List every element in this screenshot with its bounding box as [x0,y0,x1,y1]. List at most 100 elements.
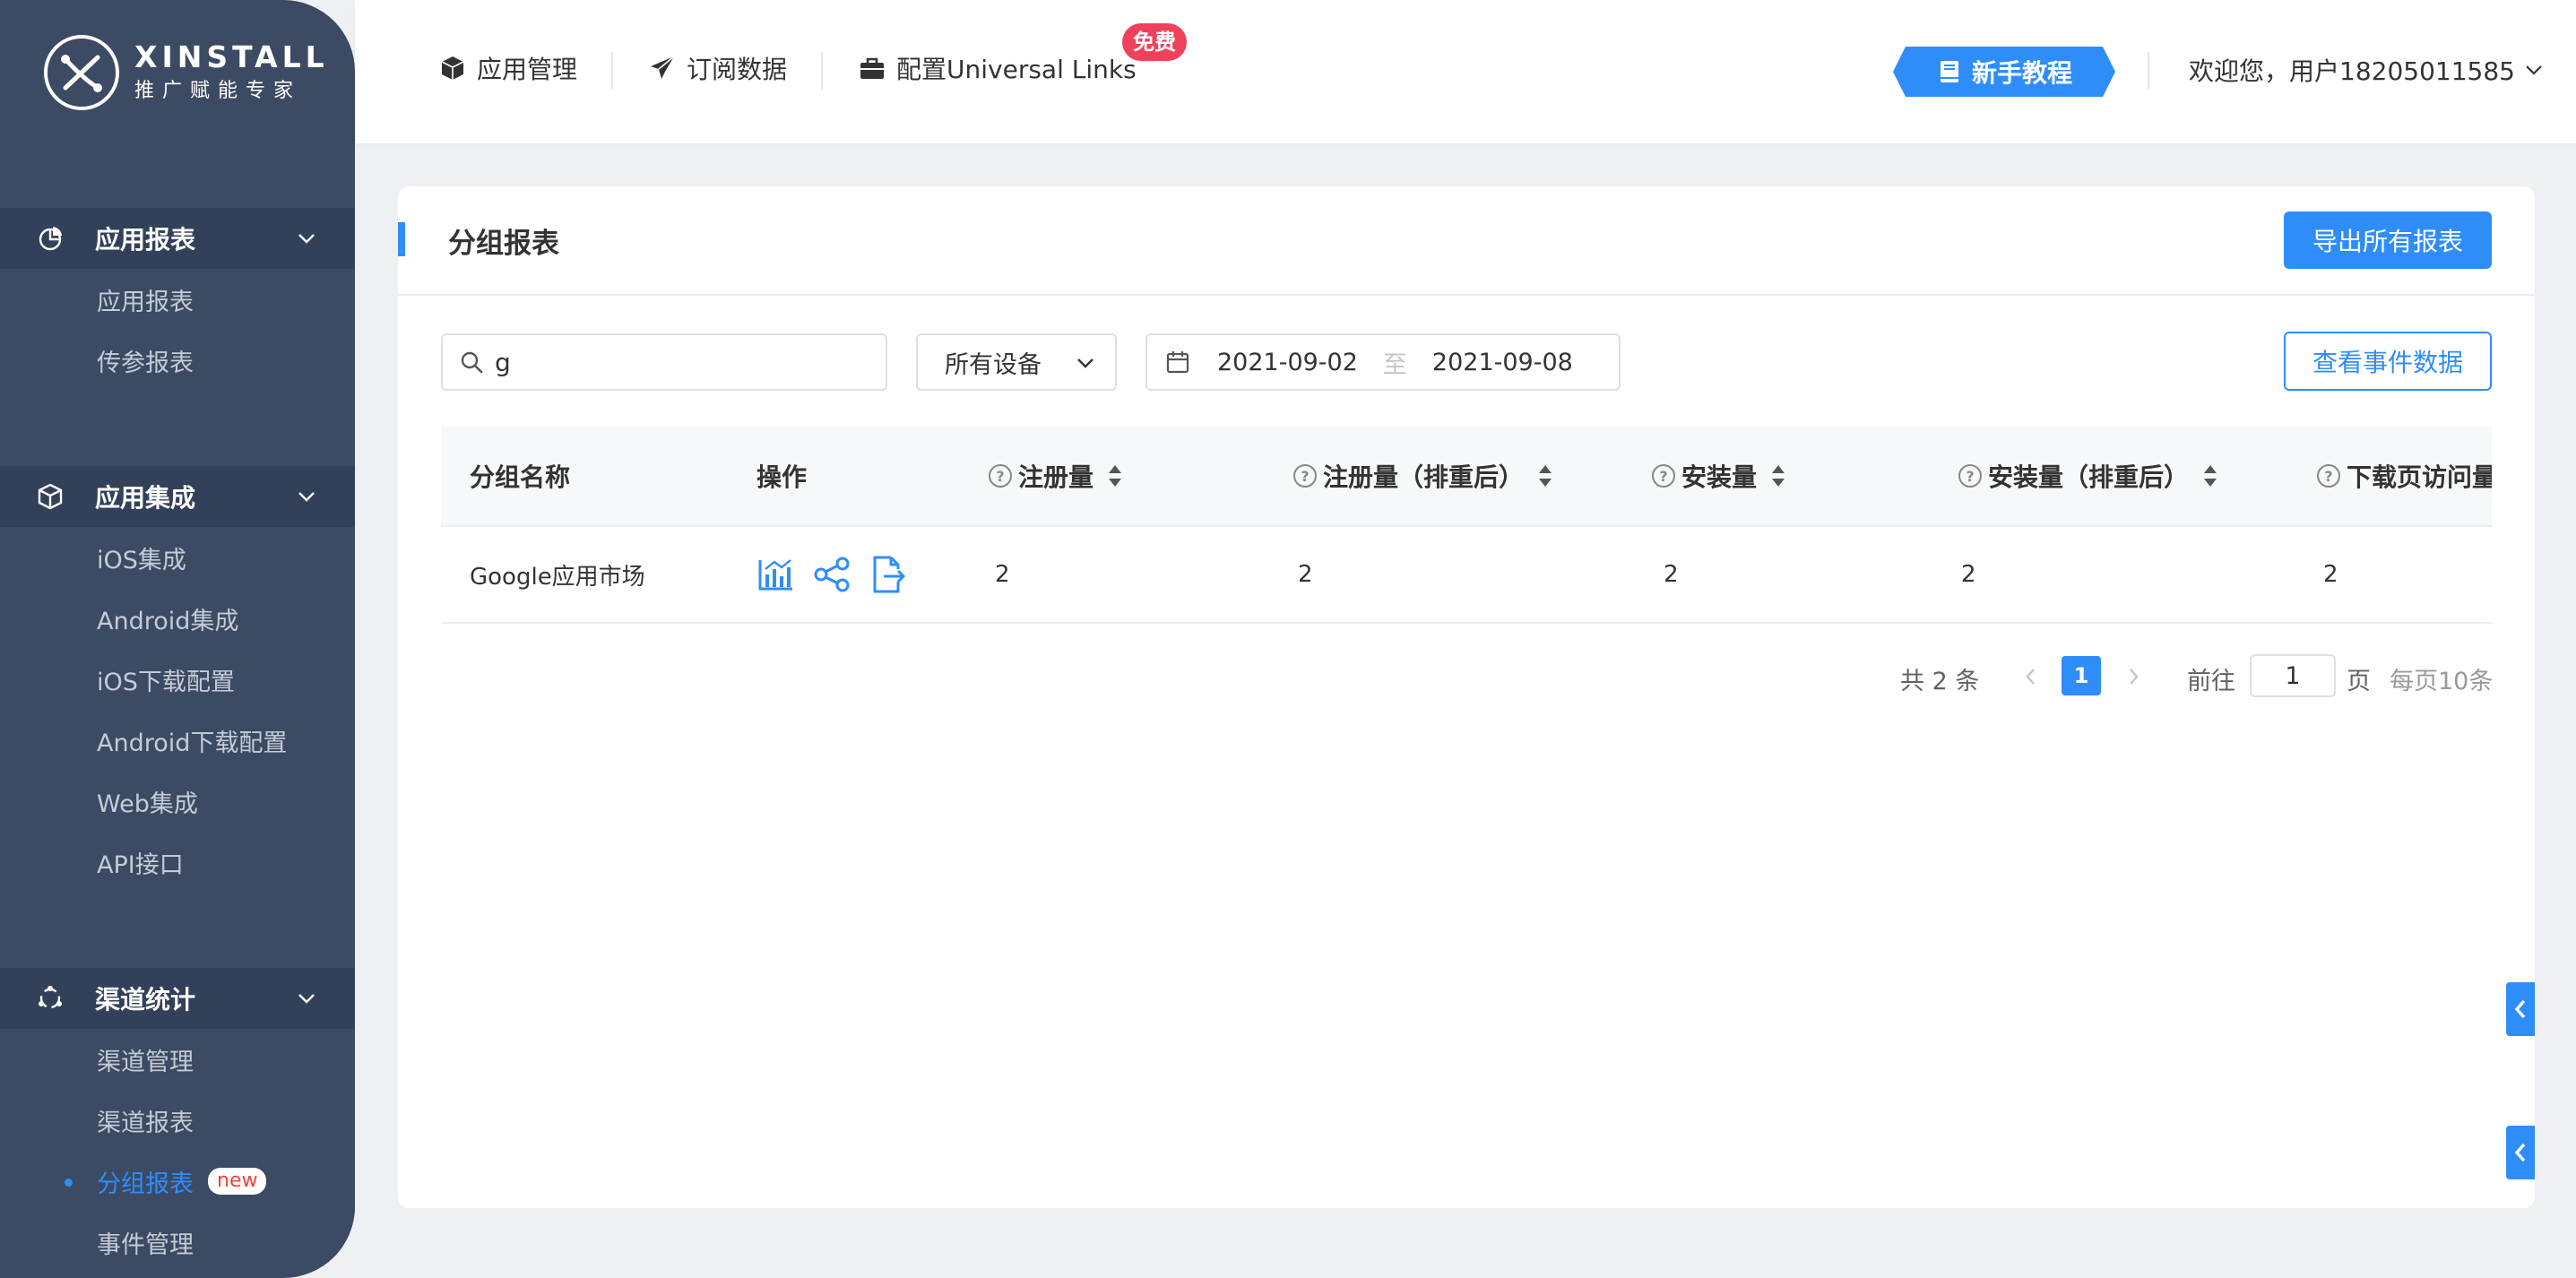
edge-collapse-tab[interactable] [2506,982,2535,1036]
new-badge: new [208,1168,267,1195]
date-start[interactable]: 2021-09-02 [1217,349,1358,376]
chart-icon[interactable] [756,555,796,594]
sort-icon[interactable] [1536,463,1554,488]
menu-group-app-report: 应用报表 应用报表 传参报表 [0,208,355,391]
search-input[interactable] [495,347,853,377]
chevron-left-icon [2514,999,2526,1019]
network-icon [39,986,62,1009]
sidebar-item-channel-report[interactable]: 渠道报表 [0,1090,355,1151]
brand-subtitle: 推广赋能专家 [134,80,302,102]
sidebar-item-event-manage[interactable]: 事件管理 [0,1212,355,1273]
tutorial-button[interactable]: 新手教程 [1893,47,2115,97]
col-label: 注册量（排重后） [1323,462,1525,492]
help-icon[interactable]: ? [1958,463,1983,488]
search-icon [461,351,483,374]
device-select[interactable]: 所有设备 [916,333,1117,391]
col-install-dedup[interactable]: ? 安装量（排重后） [1958,427,2219,525]
col-group-name: 分组名称 [470,462,571,492]
sidebar-item-ios-download[interactable]: iOS下载配置 [0,649,355,710]
chevron-left-icon [2514,1143,2526,1162]
nav-label: 订阅数据 [687,55,788,84]
menu-header-label: 渠道统计 [95,985,196,1015]
sidebar-item-param-report[interactable]: 传参报表 [0,330,355,391]
chevron-right-icon[interactable] [2122,663,2144,690]
cell-download-page-visits: 2 [2323,561,2338,588]
sidebar: XINSTALL 推广赋能专家 应用报表 应用报表 传参报表 应用集成 iOS集… [0,0,355,1278]
page-jump-input[interactable] [2250,654,2336,697]
sort-icon[interactable] [1769,463,1787,488]
cube-icon [441,56,464,80]
col-download-page-visits[interactable]: ? 下载页访问量 [2316,427,2492,525]
cell-register: 2 [995,561,1010,588]
top-bar: 应用管理 订阅数据 配置Universal Links 免费 新手教程 欢迎您，… [355,0,2576,143]
col-register-dedup[interactable]: ? 注册量（排重后） [1292,427,1554,525]
nav-divider [2148,52,2149,90]
nav-label: 配置Universal Links [896,55,1137,84]
share-icon[interactable] [812,555,851,594]
nav-universal-links[interactable]: 配置Universal Links [859,50,1137,86]
sidebar-item-label: 分组报表 [97,1170,194,1198]
page-number-current[interactable]: 1 [2062,656,2101,695]
col-install[interactable]: ? 安装量 [1651,427,1787,525]
device-select-value: 所有设备 [945,350,1042,379]
header-divider [398,294,2535,296]
pagination-goto-label: 前往 [2187,668,2235,695]
sidebar-item-group-report[interactable]: 分组报表 new [0,1151,355,1212]
sidebar-item-web-integration[interactable]: Web集成 [0,771,355,832]
nav-app-manage[interactable]: 应用管理 [439,50,577,86]
export-file-icon[interactable] [868,555,907,594]
free-badge: 免费 [1122,23,1187,61]
brand-logo[interactable]: XINSTALL 推广赋能专家 [41,32,329,113]
sidebar-item-channel-manage[interactable]: 渠道管理 [0,1029,355,1090]
help-icon[interactable]: ? [988,463,1013,488]
help-icon[interactable]: ? [1651,463,1676,488]
pagination-page-label: 页 [2347,668,2371,695]
edge-collapse-tab[interactable] [2506,1126,2535,1179]
sidebar-item-app-report[interactable]: 应用报表 [0,269,355,330]
col-actions: 操作 [756,462,808,492]
pagination-total: 共 2 条 [1900,668,1980,695]
page-size-select[interactable]: 每页10条 [2390,661,2493,696]
col-label: 安装量 [1681,462,1758,492]
cell-group-name: Google应用市场 [470,563,645,591]
date-end[interactable]: 2021-09-08 [1432,349,1573,376]
col-register[interactable]: ? 注册量 [988,427,1124,525]
sidebar-item-android-download[interactable]: Android下载配置 [0,710,355,771]
chevron-down-icon [298,492,315,502]
cell-register-dedup: 2 [1298,561,1313,588]
sidebar-item-ios-integration[interactable]: iOS集成 [0,527,355,588]
report-card: 分组报表 导出所有报表 所有设备 2021-09-02 至 2021-09-08… [398,186,2535,1208]
menu-group-integration: 应用集成 iOS集成 Android集成 iOS下载配置 Android下载配置… [0,466,355,893]
menu-header-integration[interactable]: 应用集成 [0,466,355,527]
nav-divider [821,52,823,90]
sort-icon[interactable] [1106,463,1124,488]
search-box[interactable] [441,333,887,391]
tutorial-label: 新手教程 [1971,58,2072,88]
menu-header-label: 应用报表 [95,225,196,255]
menu-header-label: 应用集成 [95,483,196,513]
title-accent-bar [398,222,405,256]
help-icon[interactable]: ? [1292,463,1318,488]
cube-icon [38,483,63,510]
date-range-picker[interactable]: 2021-09-02 至 2021-09-08 [1145,333,1621,391]
export-all-button[interactable]: 导出所有报表 [2284,212,2492,269]
menu-header-app-report[interactable]: 应用报表 [0,208,355,269]
xinstall-logo-icon [44,35,119,110]
chevron-left-icon[interactable] [2020,663,2042,690]
pagination: 共 2 条 1 前往 页 每页10条 [398,654,2535,699]
menu-header-channel[interactable]: 渠道统计 [0,968,355,1029]
cell-install-dedup: 2 [1961,561,1976,588]
user-menu[interactable]: 欢迎您，用户18205011585 [2189,52,2546,88]
svg-text:?: ? [996,468,1004,485]
view-event-data-button[interactable]: 查看事件数据 [2284,332,2492,391]
table-header: 分组名称 操作 ? 注册量 ? 注册量（排重后） ? 安装量 ? 安装量（排重后… [441,427,2492,527]
sort-icon[interactable] [2201,463,2219,488]
page-title: 分组报表 [448,228,559,260]
paper-plane-icon [651,56,675,79]
nav-subscribe-data[interactable]: 订阅数据 [649,50,787,86]
calendar-icon [1166,351,1189,374]
sidebar-item-android-integration[interactable]: Android集成 [0,588,355,649]
cell-install: 2 [1664,561,1679,588]
help-icon[interactable]: ? [2316,463,2341,488]
sidebar-item-api[interactable]: API接口 [0,832,355,893]
